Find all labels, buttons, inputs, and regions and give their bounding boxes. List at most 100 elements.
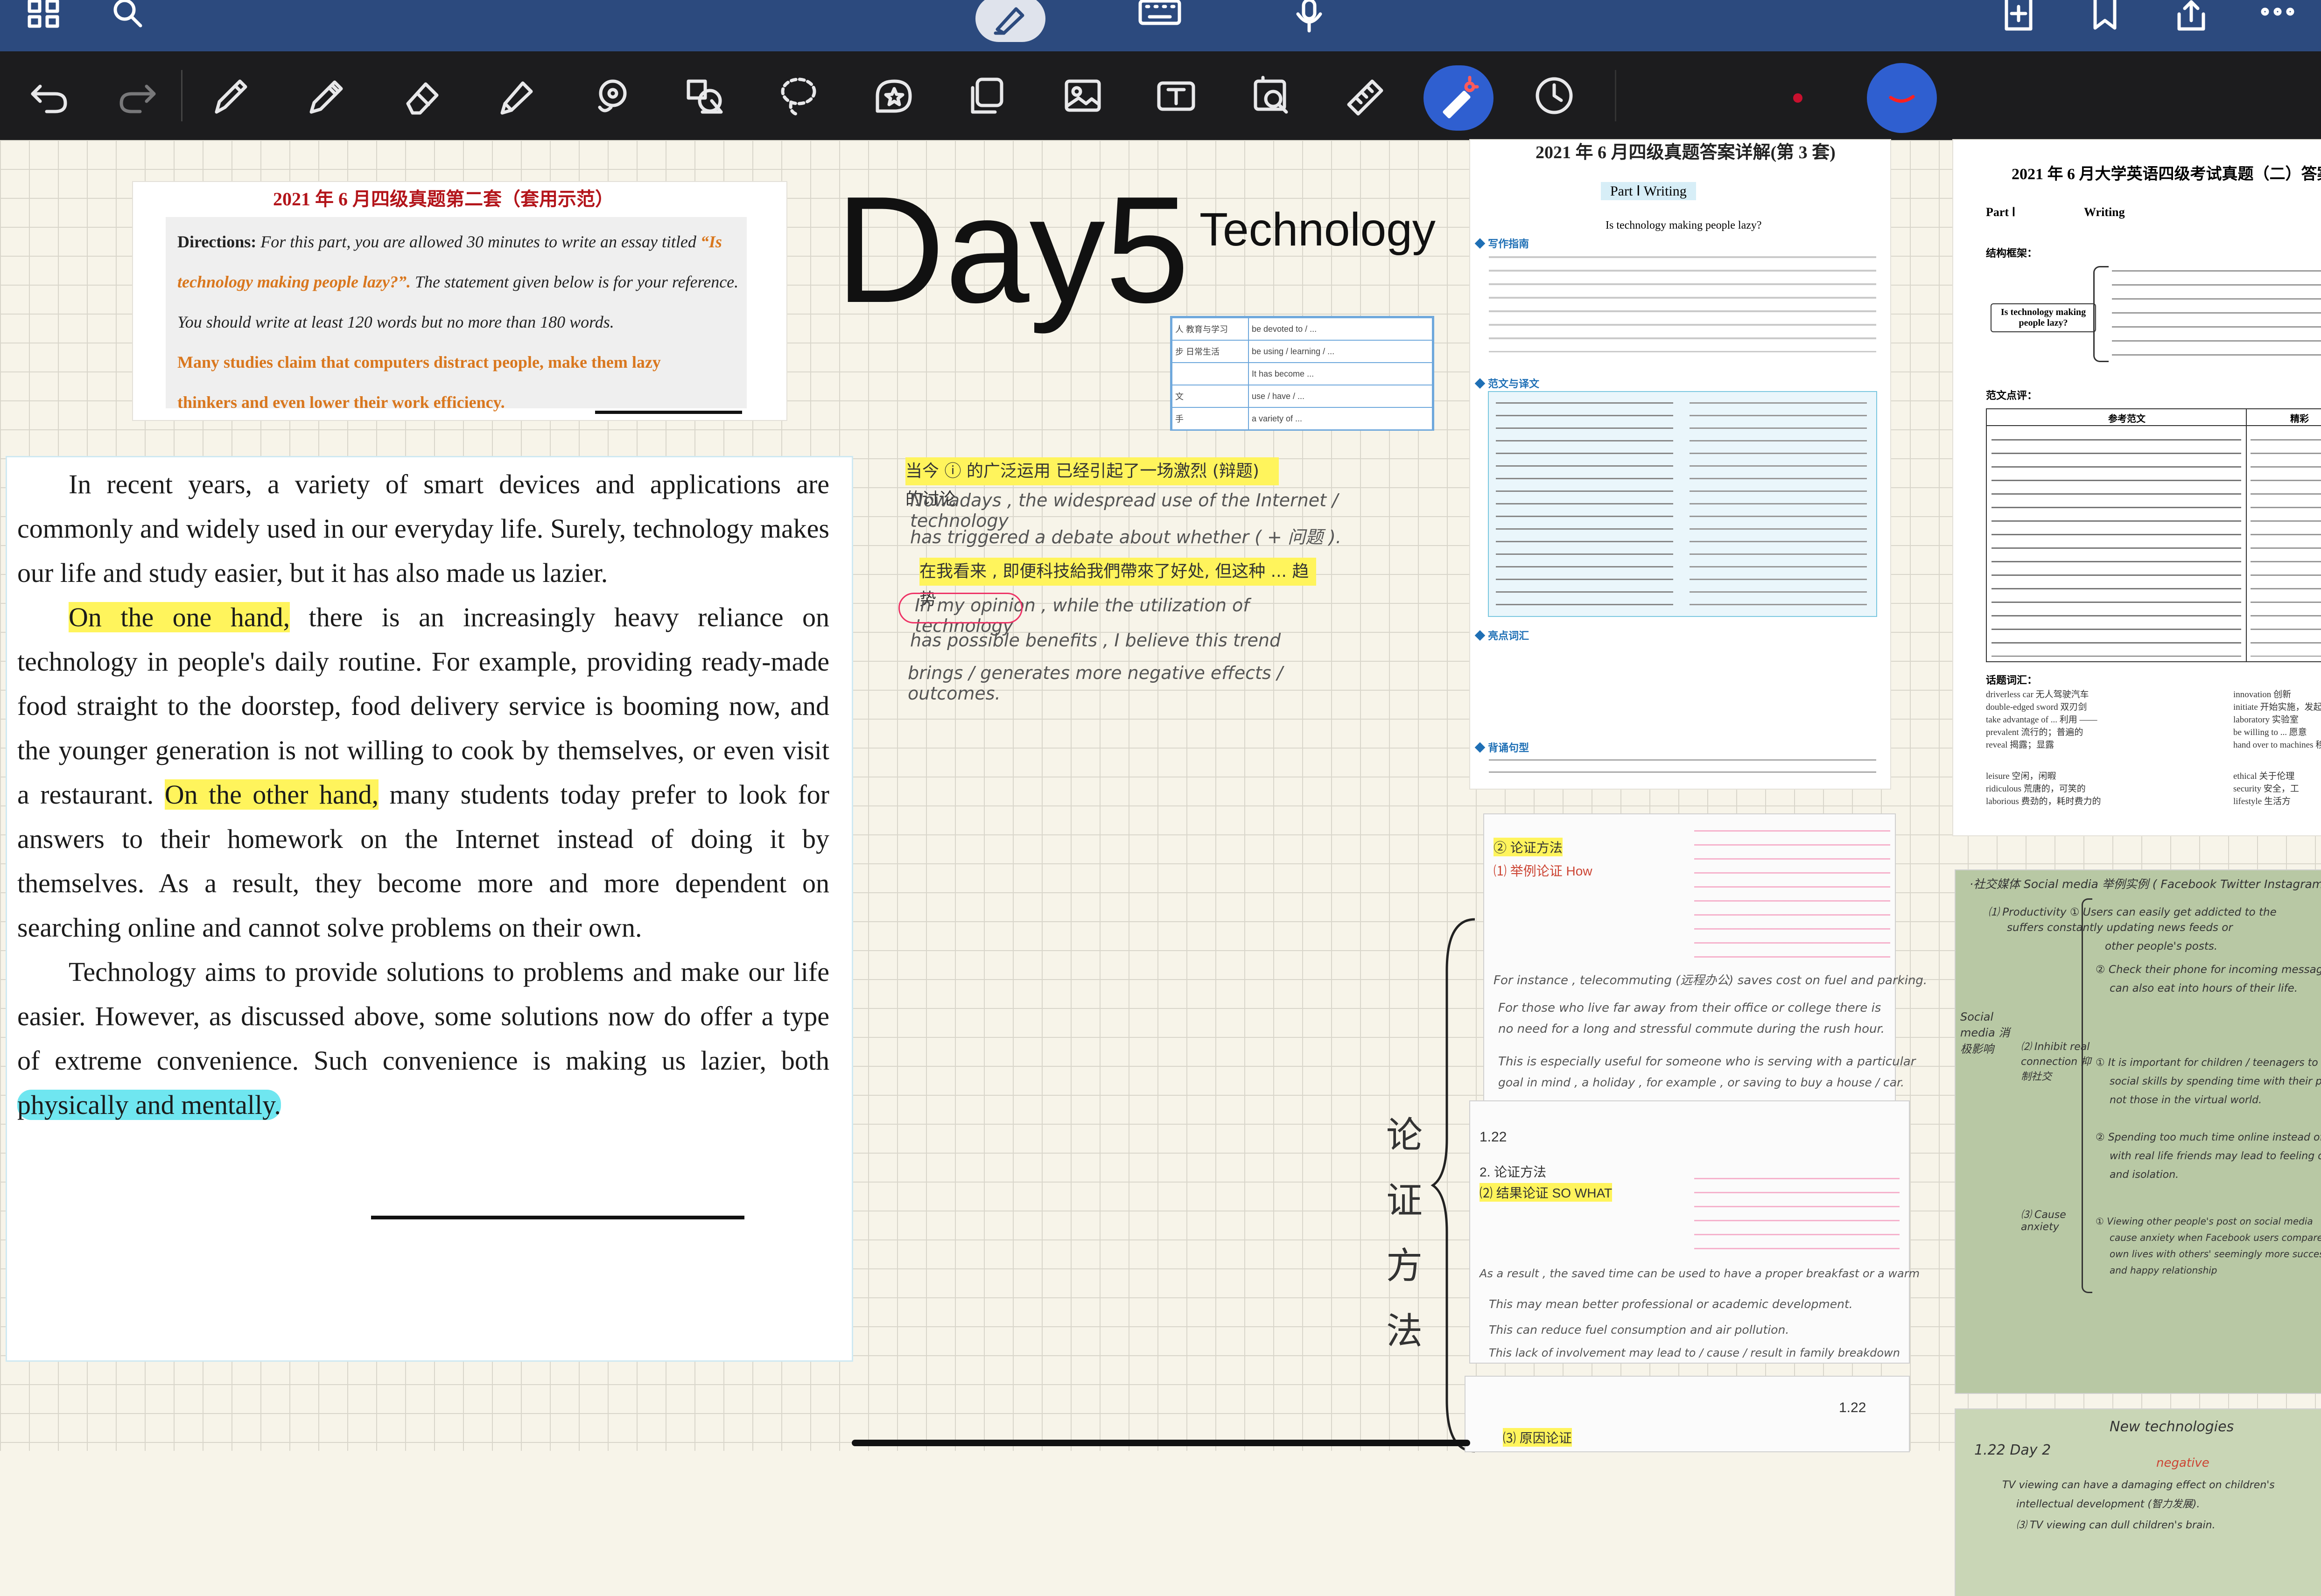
mini-table-cell: be devoted to / ... xyxy=(1248,317,1433,341)
image-icon[interactable] xyxy=(1057,72,1108,119)
eraser-icon[interactable] xyxy=(397,72,448,119)
green1-line-i: social skills by spending time with thei… xyxy=(2110,1076,2321,1087)
right-page-sample: 范文点评： xyxy=(1986,390,2038,401)
note1-line-f: This is especially useful for someone wh… xyxy=(1498,1055,1916,1069)
highlight-on-the-other-hand: On the other hand, xyxy=(164,779,379,810)
answer-section-1: ◆ 写作指南 xyxy=(1475,238,1529,250)
microphone-icon[interactable] xyxy=(1288,0,1330,33)
grid-icon[interactable] xyxy=(23,0,65,28)
statement-part-a: Many studies claim that computers distra… xyxy=(177,353,544,371)
pen-mode-button[interactable] xyxy=(975,0,1045,42)
note1-line-d: For those who live far away from their o… xyxy=(1498,1001,1881,1015)
note-page-3: 1.22 ⑶ 原因论证 xyxy=(1466,1377,1909,1451)
mini-table-cell: 步 日常生活 xyxy=(1171,340,1249,363)
answer-pattern-lines xyxy=(1489,754,1876,782)
prompt-heading: 2021 年 6 月四级真题第二套（套用示范） xyxy=(273,189,614,210)
camera-icon[interactable] xyxy=(1246,72,1297,119)
answer-guide-text xyxy=(1489,250,1876,352)
share-icon[interactable] xyxy=(2170,0,2212,33)
note1-line-e: no need for a long and stressful commute… xyxy=(1498,1022,1885,1036)
pencil-icon[interactable] xyxy=(301,72,352,119)
green1-line-j: not those in the virtual world. xyxy=(2110,1094,2262,1106)
green1-line-b: suffers constantly updating news feeds o… xyxy=(2007,922,2233,934)
green2-line-d: ⑶ TV viewing can dull children's brain. xyxy=(2016,1519,2216,1531)
answer-essay-en xyxy=(1496,397,1673,611)
vocab-item: security 安全，工 xyxy=(2233,784,2299,794)
textbox-icon[interactable] xyxy=(1150,72,1202,119)
right-page-structure: 结构框架： xyxy=(1986,247,2038,259)
mini-table-row: It has become ... xyxy=(1171,362,1433,385)
sample-col-2: 精彩 xyxy=(2290,414,2309,424)
green-note-1: ·社交媒体 Social media 举例实例 ( Facebook Twitt… xyxy=(1956,870,2321,1393)
mini-table-cell xyxy=(1171,362,1249,385)
green1-line-p: cause anxiety when Facebook users compar… xyxy=(2110,1232,2321,1243)
answer-page: 2021 年 6 月四级真题答案详解(第 3 套) Part Ⅰ Writing… xyxy=(1470,140,1890,789)
vocab-item: leisure 空闲，闲暇 xyxy=(1986,771,2056,781)
toolbar-divider xyxy=(181,70,182,121)
mini-table-row: 步 日常生活 be using / learning / ... xyxy=(1171,340,1433,363)
note-line-1: 当今 ⓘ 的广泛运用 已经引起了一场激烈 (辩题) 的讨论 xyxy=(905,457,1279,509)
vocab-item: prevalent 流行的；普遍的 xyxy=(1986,728,2083,737)
toolbar-divider-2 xyxy=(1615,70,1616,121)
note3-line-a: ⑶ 原因论证 xyxy=(1503,1428,1572,1447)
green1-line-d: ② Check their phone for incoming message… xyxy=(2096,964,2321,976)
vocab-item: reveal 揭露；显露 xyxy=(1986,740,2055,750)
green-note-2: 1.22 Day 2 New technologies negative TV … xyxy=(1956,1409,2321,1596)
essay-paragraph-3: Technology aims to provide solutions to … xyxy=(17,950,829,1127)
home-indicator[interactable] xyxy=(852,1440,1470,1446)
ruler-icon[interactable] xyxy=(1339,72,1391,119)
mini-table-cell: It has become ... xyxy=(1248,362,1433,385)
search-icon[interactable] xyxy=(107,0,149,28)
page-subtitle[interactable]: Technology xyxy=(1199,203,1436,257)
highlighter-icon[interactable] xyxy=(490,72,541,119)
vocab-item: ridiculous 荒唐的，可笑的 xyxy=(1986,784,2086,794)
lasso-icon[interactable] xyxy=(772,72,824,119)
essay-paragraph-2-a: there is an increasingly heavy reliance … xyxy=(17,602,830,810)
clock-icon[interactable] xyxy=(1529,72,1580,119)
note1-line-b: ⑴ 举例论证 How xyxy=(1494,864,1592,878)
green1-line-f: Social media 消极影响 xyxy=(1960,1010,2010,1056)
vertical-label-char: 证 xyxy=(1386,1180,1423,1222)
copy-icon[interactable] xyxy=(961,72,1013,119)
pen-icon[interactable] xyxy=(205,72,257,119)
green2-title: New technologies xyxy=(2110,1419,2234,1435)
note2-line-c: As a result , the saved time can be used… xyxy=(1480,1267,1920,1280)
active-color-swatch[interactable] xyxy=(1867,63,1937,133)
element-icon[interactable] xyxy=(679,72,730,119)
add-page-icon[interactable] xyxy=(1998,0,2040,33)
answer-essay-zh xyxy=(1690,397,1867,611)
page-title[interactable]: Day5 xyxy=(835,170,1190,329)
laser-pointer-icon[interactable] xyxy=(1423,65,1494,131)
more-icon[interactable] xyxy=(2254,0,2301,23)
redo-icon[interactable] xyxy=(112,72,163,119)
vocab-item: lifestyle 生活方 xyxy=(2233,797,2291,806)
green1-brace xyxy=(2082,898,2092,1293)
color-dot-red[interactable] xyxy=(1793,93,1802,103)
mindmap-branches xyxy=(2093,266,2109,362)
vertical-label-char: 论 xyxy=(1386,1114,1423,1156)
essay-paragraph-1: In recent years, a variety of smart devi… xyxy=(17,469,829,588)
note-canvas[interactable]: 2021 年 6 月四级真题第二套（套用示范） Directions: For … xyxy=(0,140,2321,1596)
directions-body-1: For this part, you are allowed 30 minute… xyxy=(260,232,696,251)
statement-part-c: thinkers and even lower their work effic… xyxy=(177,393,505,412)
note2-line-d: This may mean better professional or aca… xyxy=(1489,1297,1853,1311)
prompt-card: 2021 年 6 月四级真题第二套（套用示范） Directions: For … xyxy=(133,182,786,461)
shape-icon[interactable] xyxy=(586,72,637,119)
sample-col-1: 参考范文 xyxy=(2108,414,2146,424)
circled-in-my-opinion xyxy=(898,593,1023,623)
mini-table-card: 人 教育与学习 be devoted to / ... 步 日常生活 be using… xyxy=(1171,317,1433,430)
note3-date: 1.22 xyxy=(1839,1400,1866,1415)
bookmark-icon[interactable] xyxy=(2086,0,2124,33)
answer-vocab xyxy=(1489,642,1876,712)
note1-line-c: For instance , telecommuting (远程办公) save… xyxy=(1494,973,1928,987)
vocab-item: double-edged sword 双刃剑 xyxy=(1986,702,2087,712)
undo-icon[interactable] xyxy=(23,72,75,119)
vocab-title: 话题词汇： xyxy=(1986,674,2038,686)
sample-notes xyxy=(2251,433,2321,657)
green1-line-q: own lives with others' seemingly more su… xyxy=(2110,1248,2321,1260)
keyboard-icon[interactable] xyxy=(1134,0,1185,28)
vocab-item: laborious 费劲的，耗时费力的 xyxy=(1986,797,2101,806)
note2-line-e: This can reduce fuel consumption and air… xyxy=(1489,1323,1789,1337)
mini-table-row: 手a variety of ... xyxy=(1171,407,1433,430)
sticker-icon[interactable] xyxy=(868,72,919,119)
